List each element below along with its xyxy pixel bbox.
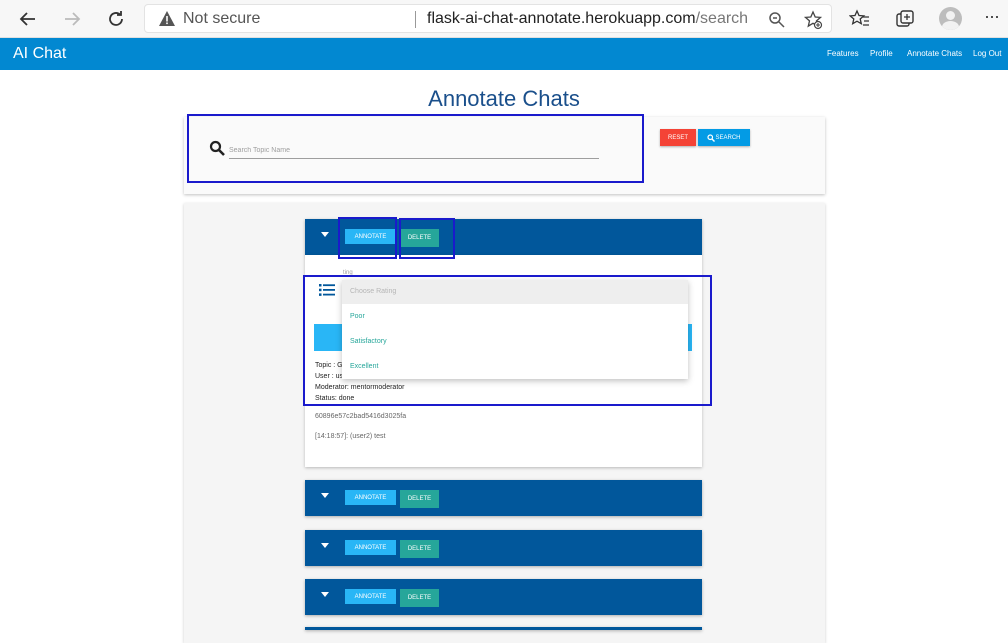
browser-toolbar: Not secure flask-ai-chat-annotate.heroku… (0, 0, 1008, 38)
app-navbar: AI Chat Features Profile Annotate Chats … (0, 38, 1008, 70)
chat-topic: Topic : G (315, 362, 343, 369)
chat-item-header[interactable]: ANNOTATE DELETE (305, 480, 702, 516)
chat-moderator: Moderator: mentormoderator (315, 384, 405, 391)
annotate-button[interactable]: ANNOTATE (345, 540, 396, 555)
rating-option-placeholder: Choose Rating (342, 280, 688, 304)
url-text: flask-ai-chat-annotate.herokuapp.com/sea… (427, 10, 748, 28)
add-favorite-icon[interactable] (803, 10, 823, 30)
more-options-icon[interactable]: ··· (984, 6, 1000, 27)
back-icon[interactable] (16, 7, 40, 31)
annotate-button[interactable]: ANNOTATE (345, 229, 396, 244)
reload-icon[interactable] (104, 7, 128, 31)
search-button[interactable]: SEARCH (698, 129, 750, 146)
nav-link-features[interactable]: Features (827, 49, 859, 58)
address-bar[interactable]: Not secure flask-ai-chat-annotate.heroku… (144, 4, 832, 33)
nav-link-profile[interactable]: Profile (870, 49, 893, 58)
profile-avatar[interactable] (939, 7, 962, 30)
url-path: /search (695, 10, 749, 27)
caret-down-icon[interactable] (321, 543, 329, 548)
search-button-icon (707, 133, 716, 142)
forward-icon[interactable] (60, 7, 84, 31)
rating-option-poor[interactable]: Poor (342, 305, 688, 329)
rating-label: ting (343, 270, 353, 276)
page-title: Annotate Chats (428, 86, 580, 111)
nav-link-annotate-chats[interactable]: Annotate Chats (907, 49, 962, 58)
collections-icon[interactable] (894, 8, 916, 30)
annotate-button[interactable]: ANNOTATE (345, 589, 396, 604)
chat-item-header[interactable]: ANNOTATE DELETE (305, 579, 702, 615)
brand-logo[interactable]: AI Chat (13, 45, 66, 63)
caret-down-icon[interactable] (321, 232, 329, 237)
caret-down-icon[interactable] (321, 592, 329, 597)
chat-message: [14:18:57]: (user2) test (315, 433, 386, 440)
nav-link-log-out[interactable]: Log Out (973, 49, 1001, 58)
not-secure-label: Not secure (183, 10, 261, 27)
delete-button[interactable]: DELETE (400, 229, 439, 247)
favorites-icon[interactable] (849, 8, 871, 30)
search-button-label: SEARCH (715, 134, 741, 141)
reset-button[interactable]: RESET (660, 129, 696, 146)
rating-option-satisfactory[interactable]: Satisfactory (342, 330, 688, 354)
chat-status: Status: done (315, 395, 355, 402)
search-icon (209, 140, 225, 156)
url-host: flask-ai-chat-annotate.herokuapp.com (427, 10, 696, 27)
search-input[interactable] (229, 142, 599, 159)
delete-button[interactable]: DELETE (400, 589, 439, 607)
delete-button[interactable]: DELETE (400, 540, 439, 558)
address-divider (415, 11, 416, 28)
rating-dropdown[interactable]: Choose Rating Poor Satisfactory Excellen… (342, 280, 688, 379)
chat-item-header[interactable]: ANNOTATE DELETE (305, 219, 702, 255)
chat-id: 60896e57c2bad5416d3025fa (315, 413, 407, 420)
chat-user: User : us (315, 373, 344, 380)
annotate-button[interactable]: ANNOTATE (345, 490, 396, 505)
warning-icon (159, 11, 175, 26)
chat-item-header[interactable]: ANNOTATE DELETE (305, 530, 702, 566)
zoom-icon[interactable] (767, 10, 787, 30)
caret-down-icon[interactable] (321, 493, 329, 498)
list-icon (319, 284, 335, 296)
rating-option-excellent[interactable]: Excellent (342, 355, 688, 379)
delete-button[interactable]: DELETE (400, 490, 439, 508)
